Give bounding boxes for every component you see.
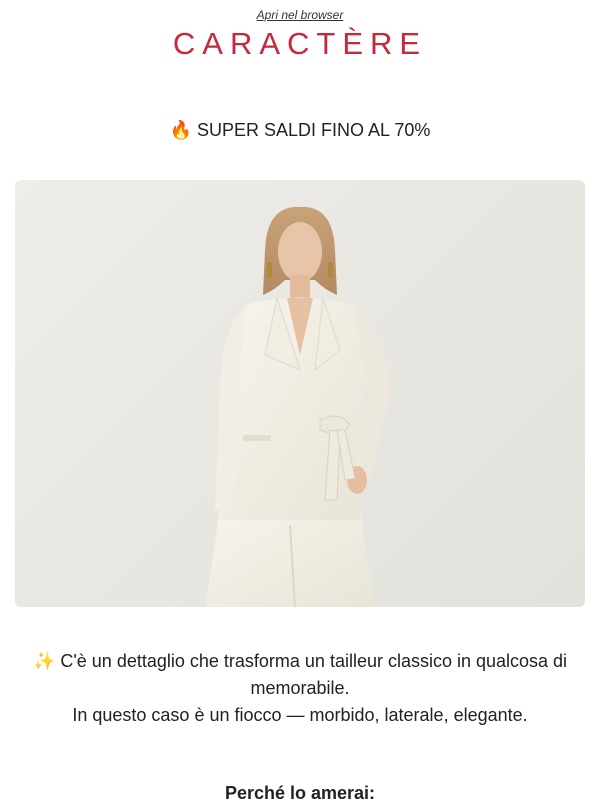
intro-line-1: ✨ C'è un dettaglio che trasforma un tail…	[32, 651, 568, 698]
intro-text: ✨ C'è un dettaglio che trasforma un tail…	[20, 648, 580, 729]
model-photo	[205, 206, 390, 607]
open-in-browser-link[interactable]: Apri nel browser	[0, 8, 600, 22]
hero-image[interactable]	[15, 180, 585, 607]
intro-line-2: In questo caso è un fiocco — morbido, la…	[72, 705, 528, 725]
section-title: Perché lo amerai:	[224, 783, 376, 803]
promo-headline: 🔥 SUPER SALDI FINO AL 70%	[169, 120, 431, 140]
brand-logo[interactable]: CARACTÈRE	[0, 26, 600, 62]
